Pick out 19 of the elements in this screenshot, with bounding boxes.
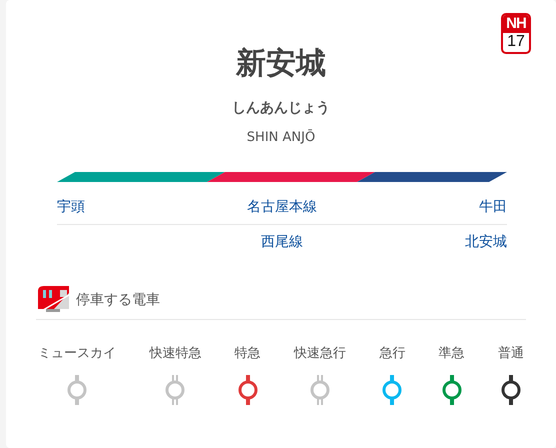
station-romaji: SHIN ANJŌ	[246, 128, 316, 147]
station-kana: しんあんじょう	[231, 99, 331, 118]
line-name-link[interactable]: 名古屋本線	[247, 199, 317, 215]
train-icon	[36, 285, 70, 315]
next-station-link[interactable]: 北安城	[465, 234, 507, 250]
train-type-label: 準急	[438, 345, 465, 362]
train-type-label: ミュースカイ	[38, 345, 116, 362]
train-type-label: 普通	[498, 344, 524, 362]
station-name: 新安城	[234, 45, 327, 83]
previous-station-link[interactable]: 宇頭	[57, 199, 85, 215]
station-number: 17	[506, 33, 526, 51]
train-type-label: 快速急行	[294, 345, 346, 362]
section-heading: 停車する電車	[76, 291, 160, 309]
train-type-label: 特急	[234, 345, 261, 362]
train-type-label: 快速特急	[149, 345, 202, 362]
line-name-link[interactable]: 西尾線	[261, 234, 303, 250]
train-type-label: 急行	[379, 345, 406, 362]
next-station-link[interactable]: 牛田	[479, 199, 507, 215]
line-code: NH	[503, 15, 529, 33]
